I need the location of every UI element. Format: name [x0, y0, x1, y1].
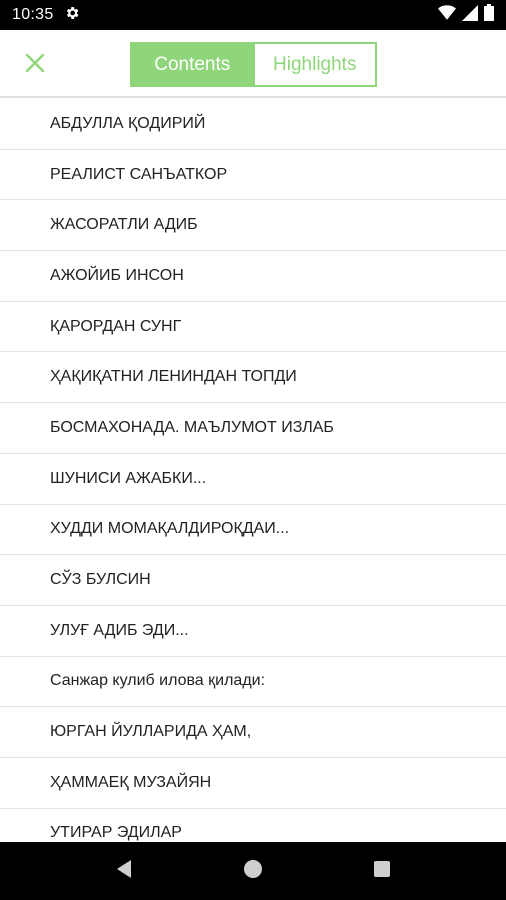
settings-gear-icon — [64, 5, 80, 26]
recents-icon — [373, 860, 391, 883]
list-item[interactable]: Санжар кулиб илова қилади: — [0, 657, 506, 708]
close-button[interactable] — [20, 50, 50, 80]
list-item[interactable]: ҲАММАЕҚ МУЗАЙЯН — [0, 758, 506, 809]
tab-highlights[interactable]: Highlights — [252, 44, 375, 85]
list-item[interactable]: РЕАЛИСТ САНЪАТКОР — [0, 150, 506, 201]
list-item[interactable]: УТИРАР ЭДИЛАР — [0, 809, 506, 842]
signal-icon — [462, 4, 478, 26]
list-item[interactable]: АЖОЙИБ ИНСОН — [0, 251, 506, 302]
list-item[interactable]: УЛУҒ АДИБ ЭДИ... — [0, 606, 506, 657]
navigation-bar — [0, 842, 506, 900]
tab-contents[interactable]: Contents — [132, 44, 253, 85]
list-item[interactable]: ҲАҚИҚАТНИ ЛЕНИНДАН ТОПДИ — [0, 352, 506, 404]
battery-icon — [484, 4, 494, 26]
status-right — [438, 4, 494, 26]
recents-button[interactable] — [362, 851, 402, 891]
status-bar: 10:35 — [0, 0, 506, 30]
list-item[interactable]: ҚАРОРДАН СУНГ — [0, 302, 506, 353]
back-button[interactable] — [104, 851, 144, 891]
status-time: 10:35 — [12, 6, 54, 23]
status-left: 10:35 — [12, 5, 80, 26]
list-item[interactable]: ШУНИСИ АЖАБКИ... — [0, 454, 506, 505]
wifi-icon — [438, 4, 456, 26]
contents-list: АБДУЛЛА ҚОДИРИЙ РЕАЛИСТ САНЪАТКОР ЖАСОРА… — [0, 99, 506, 842]
list-item[interactable]: СЎЗ БУЛСИН — [0, 555, 506, 606]
home-button[interactable] — [233, 851, 273, 891]
list-item[interactable]: ЖАСОРАТЛИ АДИБ — [0, 200, 506, 252]
back-icon — [115, 859, 133, 884]
list-item[interactable]: ХУДДИ МОМАҚАЛДИРОҚДАИ... — [0, 505, 506, 556]
tab-switcher: Contents Highlights — [130, 42, 377, 87]
toolbar: Contents Highlights — [0, 30, 506, 98]
list-item[interactable]: АБДУЛЛА ҚОДИРИЙ — [0, 99, 506, 150]
list-item[interactable]: ЮРГАН ЙУЛЛАРИДА ҲАМ, — [0, 707, 506, 758]
close-icon — [25, 53, 45, 78]
list-item[interactable]: БОСМАХОНАДА. МАЪЛУМОТ ИЗЛАБ — [0, 403, 506, 454]
home-icon — [243, 859, 263, 884]
